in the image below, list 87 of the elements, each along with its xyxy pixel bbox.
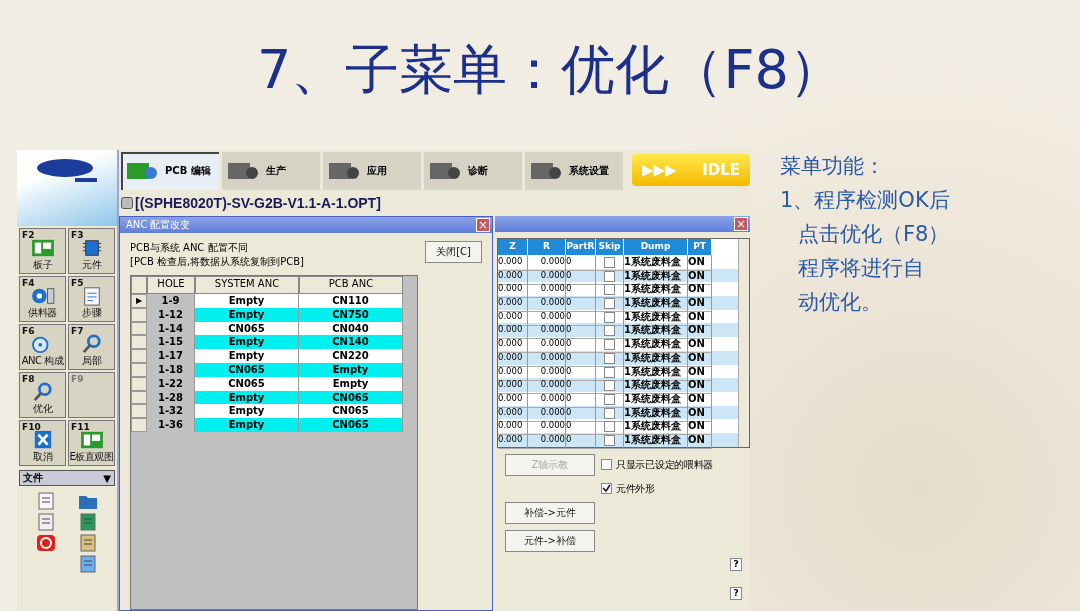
tab[interactable]: 系统设置 <box>525 152 623 190</box>
checkbox[interactable] <box>604 421 615 433</box>
note-text: 点击优化（F8） <box>797 221 950 248</box>
column-header: PartR <box>566 239 596 255</box>
dialog-message: [PCB 检查后,将数据从系统复制到PCB] <box>130 255 304 269</box>
column-header: R <box>528 239 566 255</box>
table-corner <box>131 276 147 294</box>
tab[interactable]: 诊断 <box>424 152 522 190</box>
checkbox[interactable] <box>604 270 615 282</box>
checkbox[interactable] <box>604 325 615 337</box>
document-icon[interactable] <box>36 492 56 510</box>
power-icon[interactable] <box>36 534 56 552</box>
checkbox[interactable] <box>604 311 615 323</box>
action-button[interactable]: 元件->补偿 <box>505 529 595 552</box>
column-header: PCB ANC <box>299 276 403 294</box>
function-key-button[interactable]: F6 ANC 构成 <box>19 324 66 370</box>
board-icon <box>29 238 56 258</box>
checkbox[interactable] <box>604 366 615 378</box>
tab[interactable]: 生产 <box>222 152 320 190</box>
table-cell: CN220 <box>299 349 403 363</box>
function-key-button[interactable]: F7 局部 <box>68 324 115 370</box>
note-text: 菜单功能： <box>780 153 886 180</box>
checkbox-label[interactable]: 元件外形 <box>601 481 748 496</box>
function-key-button[interactable]: F4 供料器 <box>19 276 66 322</box>
note-text: 动优化。 <box>797 289 883 316</box>
column-header: Skip <box>596 239 624 255</box>
checkmark-icon <box>602 484 611 494</box>
board-icon <box>78 430 105 450</box>
help-button[interactable]: ? <box>730 557 742 571</box>
checkbox[interactable] <box>604 393 615 405</box>
tab[interactable]: 应用 <box>323 152 421 190</box>
note-text: 程序将进行自 <box>797 255 925 282</box>
checkbox[interactable] <box>604 407 615 419</box>
checkbox[interactable] <box>604 380 615 392</box>
close-dialog-button[interactable]: 关闭[C] <box>425 241 482 263</box>
file-menu[interactable]: 文件 ▼ <box>19 470 115 486</box>
table-cell: 0.000 <box>528 432 566 449</box>
program-title: [(SPHE8020T)-SV-G2B-V1.1-A-1.OPT] <box>135 195 381 211</box>
function-key-button[interactable]: F11 E板直观图 <box>68 420 115 466</box>
status-indicator: ▶▶▶ IDLE <box>632 154 750 186</box>
table-cell: Empty <box>195 335 299 350</box>
checkbox[interactable] <box>604 257 615 268</box>
function-key-button[interactable]: F2 板子 <box>19 228 66 274</box>
checkbox[interactable] <box>604 284 615 296</box>
column-header: Dump <box>624 239 688 255</box>
reel-icon <box>29 286 56 306</box>
row-marker[interactable] <box>131 418 147 432</box>
table-cell: 0 <box>566 432 596 449</box>
checkbox[interactable] <box>604 352 615 364</box>
column-header: SYSTEM ANC <box>195 276 299 294</box>
row-marker[interactable] <box>131 349 147 363</box>
tab[interactable]: PCB 编辑 <box>121 152 219 190</box>
close-button[interactable]: × <box>734 217 748 231</box>
table-cell: 1系统废料盒 <box>624 432 688 449</box>
row-marker[interactable] <box>131 335 147 350</box>
checkbox[interactable] <box>604 298 615 310</box>
table-cell: Empty <box>195 294 299 308</box>
table-cell: CN065 <box>299 404 403 419</box>
function-key-button[interactable]: F5 步骤 <box>68 276 115 322</box>
checkbox-label[interactable]: 只显示已设定的喂料器 <box>601 457 748 472</box>
function-key-button[interactable]: F8 优化 <box>19 372 66 418</box>
file-icon <box>121 197 133 209</box>
table-cell: Empty <box>195 404 299 419</box>
row-marker[interactable]: ▶ <box>131 294 147 308</box>
note-text: 1、程序检测OK后 <box>780 187 950 214</box>
dialog-title: ANC 配置改变 <box>126 218 191 232</box>
table-cell: CN110 <box>299 294 403 308</box>
column-header: Z <box>498 239 528 255</box>
action-button[interactable]: 补偿->元件 <box>505 501 595 524</box>
dialog-message: PCB与系统 ANC 配置不同 <box>130 241 249 255</box>
checkbox[interactable] <box>604 339 615 351</box>
table-cell: Empty <box>195 349 299 363</box>
column-header: PT <box>688 239 712 255</box>
scrollbar[interactable] <box>738 239 749 447</box>
table-cell: CN065 <box>299 418 403 432</box>
function-key-button[interactable]: F3 元件 <box>68 228 115 274</box>
table-cell: Empty <box>195 418 299 432</box>
row-marker[interactable] <box>131 404 147 419</box>
help-button[interactable]: ? <box>730 586 742 600</box>
table-cell: ON <box>688 432 712 449</box>
slide-title: 7、子菜单：优化（F8） <box>256 36 844 103</box>
close-button[interactable]: × <box>476 218 490 232</box>
checkbox[interactable] <box>604 434 615 446</box>
function-key-button[interactable]: F10 取消 <box>19 420 66 466</box>
table-cell: 0.000 <box>498 432 528 449</box>
table-cell: CN140 <box>299 335 403 350</box>
column-header: HOLE <box>147 276 195 294</box>
